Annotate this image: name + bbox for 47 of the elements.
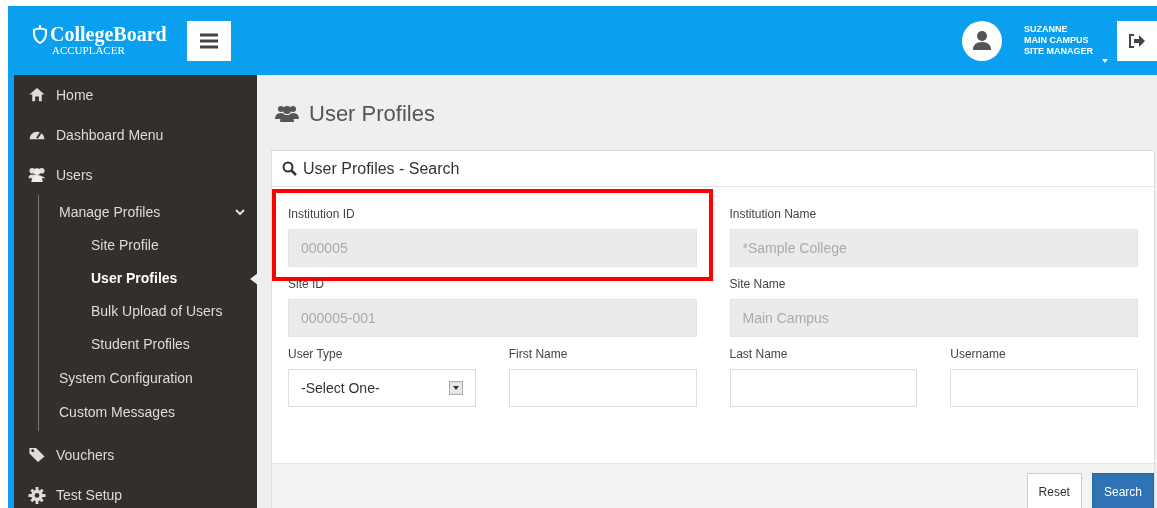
sidebar-item[interactable]: Manage Profiles [39,195,257,229]
sidebar-item[interactable]: Test Setup [14,475,257,508]
avatar-icon[interactable] [962,20,1002,61]
user-info-text: MAIN CAMPUS [1024,35,1090,46]
sidebar-item[interactable]: Site Profile [39,229,257,262]
field-label: Institution ID [288,206,356,221]
page-title: User Profiles [309,99,435,128]
field-label: Last Name [729,346,789,361]
home-icon [28,86,46,104]
sidebar-item[interactable]: Custom Messages [39,395,257,429]
dropdown-icon [448,381,463,395]
input-field[interactable] [950,369,1138,407]
sign-out-icon [1128,32,1146,49]
field-label: Site Name [729,276,787,291]
input-field[interactable] [508,369,697,407]
field-label: Username [950,346,1007,361]
reset-button[interactable]: Reset [1026,472,1082,508]
sidebar-item[interactable]: Bulk Upload of Users [39,295,257,328]
user-type-select[interactable]: -Select One- [288,369,476,407]
user-info-text: SUZANNE [1024,24,1069,35]
field-label: User Type [288,346,344,361]
sidebar-item[interactable]: Student Profiles [39,328,257,361]
sidebar-item[interactable]: Home [14,75,257,115]
users-icon [28,166,46,184]
sidebar-item[interactable]: User Profiles [39,262,257,295]
field-label: Institution Name [729,206,818,221]
users-icon [275,104,299,122]
input-field[interactable] [729,369,918,407]
menu-button[interactable] [186,20,231,61]
field-label: Site ID [288,276,325,291]
gear-icon [28,486,46,504]
menu-icon [198,32,219,49]
caret-icon[interactable] [1102,59,1108,63]
chevron-down-icon [235,208,245,216]
panel-title: User Profiles - Search [303,158,460,179]
field-label: First Name [508,346,569,361]
sidebar-item[interactable]: Users [14,155,257,195]
sidebar-item[interactable]: Vouchers [14,435,257,475]
logout-button[interactable] [1117,20,1157,61]
tag-icon [28,446,46,464]
sidebar-item[interactable]: Dashboard Menu [14,115,257,155]
search-icon [282,161,297,176]
acorn-icon [32,23,48,44]
search-button[interactable]: Search [1091,472,1154,508]
user-info-text: SITE MANAGER [1024,46,1093,57]
sidebar-item[interactable]: System Configuration [39,361,257,395]
logo-title: CollegeBoard [50,23,167,44]
